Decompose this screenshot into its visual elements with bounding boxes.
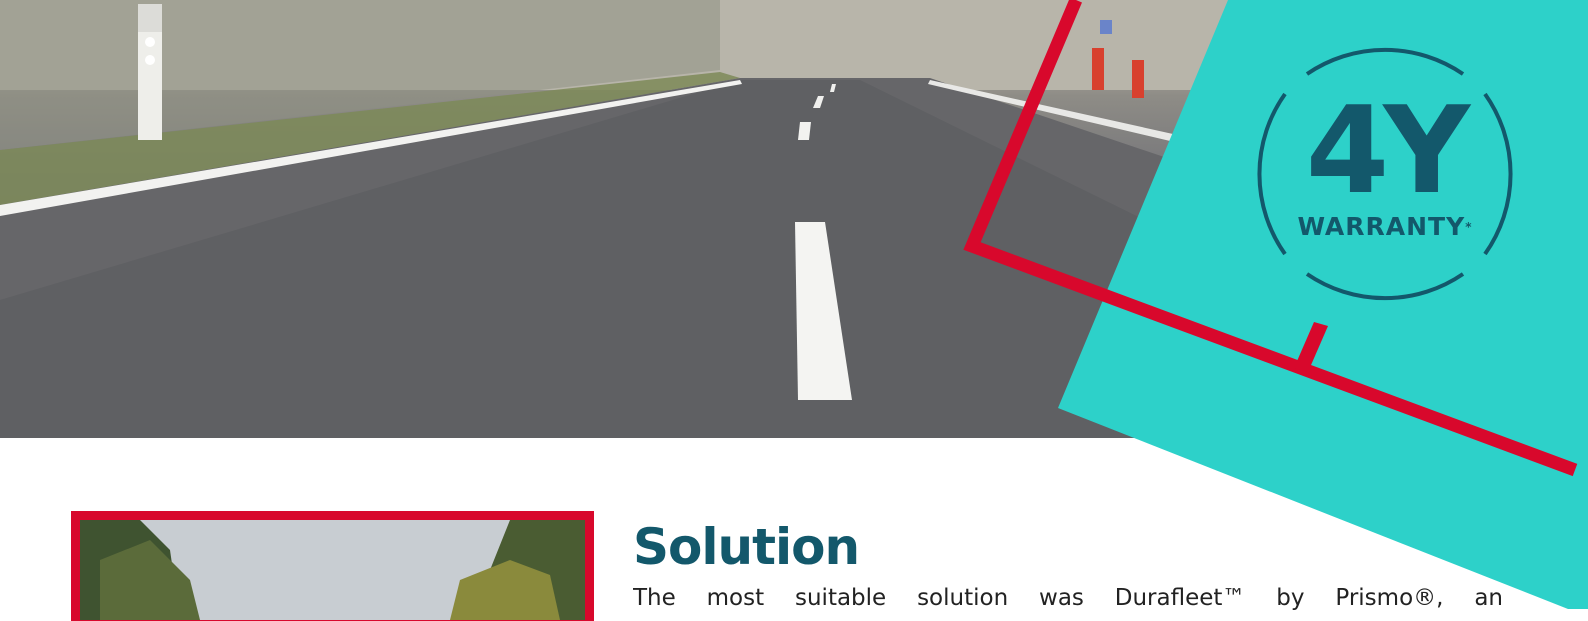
section-heading: Solution [633,518,860,576]
badge-subtitle-text: WARRANTY [1297,212,1466,241]
trees-scene [80,520,585,620]
badge-asterisk: * [1465,220,1473,234]
badge-subtitle: WARRANTY* [1245,212,1525,242]
warranty-badge: 4Y WARRANTY* [1245,34,1525,314]
road-site-photo [80,520,585,620]
section-body: The most suitable solution was Durafleet… [633,585,1503,611]
badge-title: 4Y [1305,82,1470,221]
